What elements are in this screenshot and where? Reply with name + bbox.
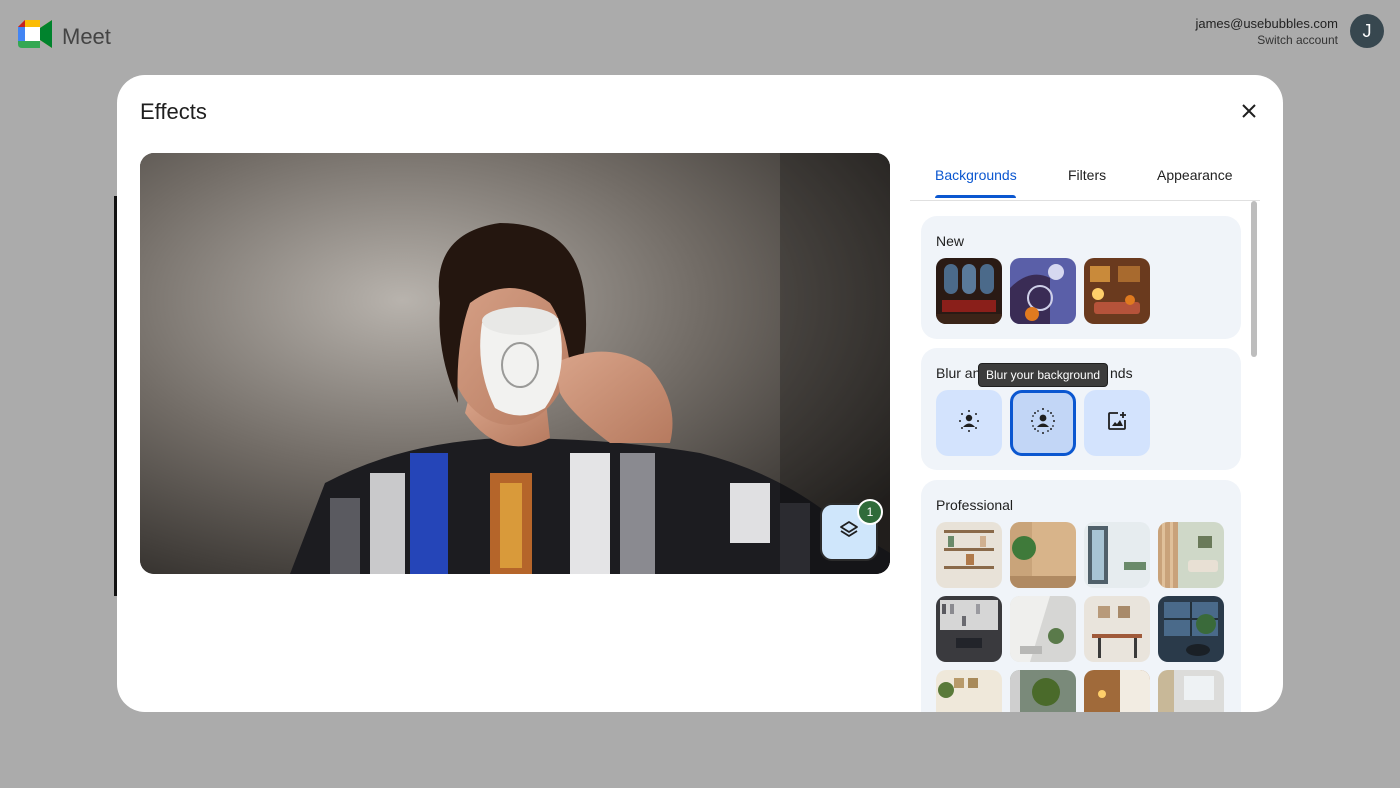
blur-icon [1029, 407, 1057, 440]
section-professional-title: Professional [936, 497, 1014, 513]
background-thumb-professional-10[interactable] [1010, 670, 1076, 712]
background-thumb-new-2[interactable] [1010, 258, 1076, 324]
account-info: james@usebubbles.com Switch account [1195, 16, 1338, 48]
background-thumb-professional-11[interactable] [1084, 670, 1150, 712]
background-thumb-professional-9[interactable] [936, 670, 1002, 712]
effects-dialog: Effects 1 Backgrounds Filters Appearance… [117, 75, 1283, 712]
background-thumb-professional-5[interactable] [936, 596, 1002, 662]
upload-background-button[interactable] [1084, 390, 1150, 456]
video-preview [140, 153, 890, 574]
background-thumb-professional-8[interactable] [1158, 596, 1224, 662]
close-icon [1240, 102, 1258, 125]
background-thumb-professional-7[interactable] [1084, 596, 1150, 662]
upload-background-icon [1105, 409, 1129, 438]
camera-feed [140, 153, 890, 574]
background-thumb-professional-12[interactable] [1158, 670, 1224, 712]
section-blur-title-left: Blur an [936, 365, 981, 381]
background-thumb-professional-4[interactable] [1158, 522, 1224, 588]
dialog-title: Effects [140, 99, 207, 124]
blur-background-button[interactable] [1010, 390, 1076, 456]
background-thumb-new-3[interactable] [1084, 258, 1150, 324]
effects-tabs: Backgrounds Filters Appearance [910, 157, 1260, 201]
blur-tooltip: Blur your background [978, 363, 1109, 387]
active-tab-indicator [935, 195, 1016, 198]
account-email: james@usebubbles.com [1195, 16, 1338, 31]
section-new-title: New [936, 233, 965, 249]
section-blur-title-right: nds [1110, 365, 1133, 381]
tab-backgrounds[interactable]: Backgrounds [935, 167, 1017, 183]
close-button[interactable] [1233, 97, 1265, 129]
tab-filters[interactable]: Filters [1068, 167, 1106, 183]
layers-count-badge: 1 [857, 499, 883, 525]
meet-logo[interactable]: Meet [18, 20, 111, 53]
switch-account-link[interactable]: Switch account [1195, 32, 1338, 48]
section-professional: Professional [921, 480, 1241, 712]
slightly-blur-button[interactable] [936, 390, 1002, 456]
background-thumb-professional-2[interactable] [1010, 522, 1076, 588]
background-thumb-new-1[interactable] [936, 258, 1002, 324]
background-thumb-professional-3[interactable] [1084, 522, 1150, 588]
slight-blur-icon [956, 408, 982, 439]
tab-appearance[interactable]: Appearance [1157, 167, 1233, 183]
section-new: New [921, 216, 1241, 339]
panel-scrollbar[interactable] [1251, 201, 1257, 357]
layers-icon [838, 519, 860, 546]
top-bar: Meet james@usebubbles.com Switch account… [0, 0, 1400, 70]
backgrounds-panel[interactable]: New Blur an nds Professional [921, 216, 1241, 712]
background-thumb-professional-1[interactable] [936, 522, 1002, 588]
avatar[interactable]: J [1350, 14, 1384, 48]
app-name: Meet [62, 23, 111, 49]
meet-logo-icon [18, 20, 52, 53]
background-thumb-professional-6[interactable] [1010, 596, 1076, 662]
